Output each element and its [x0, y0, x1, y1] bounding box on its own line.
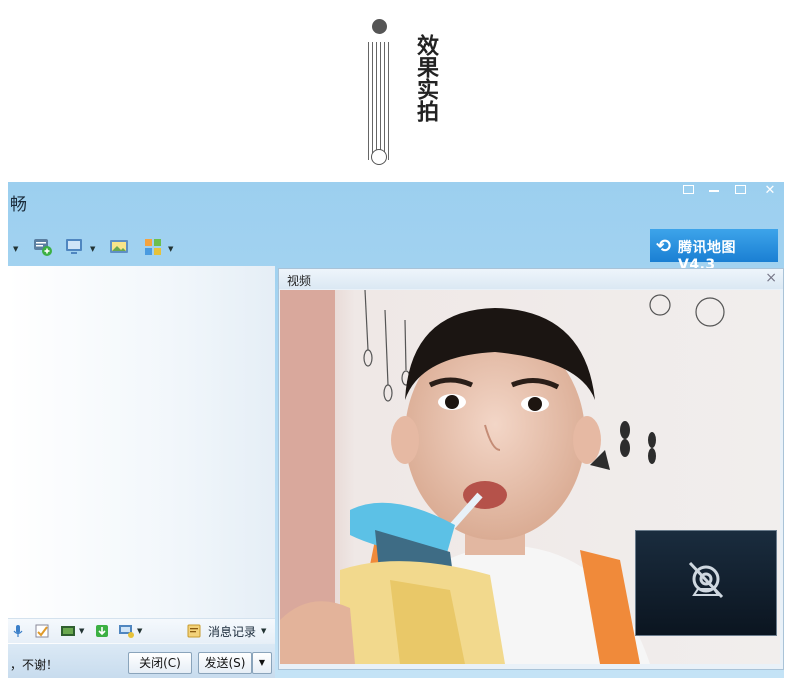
- tencent-logo-icon: ⟲: [656, 236, 672, 257]
- apps-grid-icon[interactable]: [142, 236, 164, 258]
- chevron-down-icon[interactable]: ▼: [13, 245, 18, 253]
- message-preview: ，不谢！: [10, 658, 59, 672]
- remote-desktop-icon[interactable]: [118, 623, 134, 639]
- video-header: 视频 ×: [279, 269, 783, 289]
- picture-icon[interactable]: [108, 236, 130, 258]
- add-chat-icon[interactable]: [32, 236, 54, 258]
- video-title: 视频: [287, 274, 312, 288]
- window-title: 畅: [10, 195, 27, 215]
- restore-button[interactable]: [678, 184, 698, 198]
- video-panel: 视频 ×: [278, 268, 784, 670]
- close-icon[interactable]: ×: [765, 270, 777, 286]
- send-button[interactable]: 发送(S): [198, 652, 252, 674]
- decorative-divider: [365, 18, 395, 168]
- self-view-pip[interactable]: [635, 530, 777, 636]
- chevron-down-icon[interactable]: ▼: [79, 627, 84, 635]
- page-title: 效果实拍: [413, 34, 438, 122]
- hollow-circle-icon: [371, 149, 387, 165]
- chat-window: 畅 ✕ ▼ ▼ ▼ ⟲ 腾讯地图 V4.3 ▼ ▼ 消息记录 ▼ ，不谢！ 关闭…: [8, 182, 784, 678]
- chevron-down-icon[interactable]: ▼: [137, 627, 142, 635]
- edit-icon[interactable]: [34, 623, 50, 639]
- file-transfer-icon[interactable]: [94, 623, 110, 639]
- screen-share-icon[interactable]: [64, 236, 86, 258]
- microphone-icon[interactable]: [10, 623, 26, 639]
- history-icon[interactable]: [186, 623, 202, 639]
- vertical-lines: [368, 42, 390, 160]
- maximize-button[interactable]: [730, 184, 750, 198]
- history-label[interactable]: 消息记录: [208, 623, 256, 640]
- screenshot-icon[interactable]: [60, 623, 76, 639]
- send-options-button[interactable]: ▼: [252, 652, 272, 674]
- tencent-map-ad[interactable]: ⟲ 腾讯地图 V4.3: [650, 229, 778, 273]
- chat-pane: ▼ ▼ 消息记录 ▼ ，不谢！ 关闭(C) 发送(S) ▼: [8, 266, 275, 678]
- filled-circle-icon: [372, 19, 387, 34]
- main-toolbar: ▼ ▼ ▼: [8, 236, 188, 258]
- minimize-button[interactable]: [704, 184, 724, 198]
- input-toolbar: ▼ ▼ 消息记录 ▼: [8, 618, 275, 643]
- chevron-down-icon[interactable]: ▼: [168, 245, 173, 253]
- send-bar: ，不谢！ 关闭(C) 发送(S) ▼: [8, 644, 275, 678]
- close-chat-button[interactable]: 关闭(C): [128, 652, 192, 674]
- video-feed: [280, 290, 780, 664]
- chevron-down-icon[interactable]: ▼: [261, 627, 266, 635]
- close-window-button[interactable]: ✕: [760, 184, 780, 198]
- chevron-down-icon[interactable]: ▼: [90, 245, 95, 253]
- camera-off-icon: [688, 561, 724, 599]
